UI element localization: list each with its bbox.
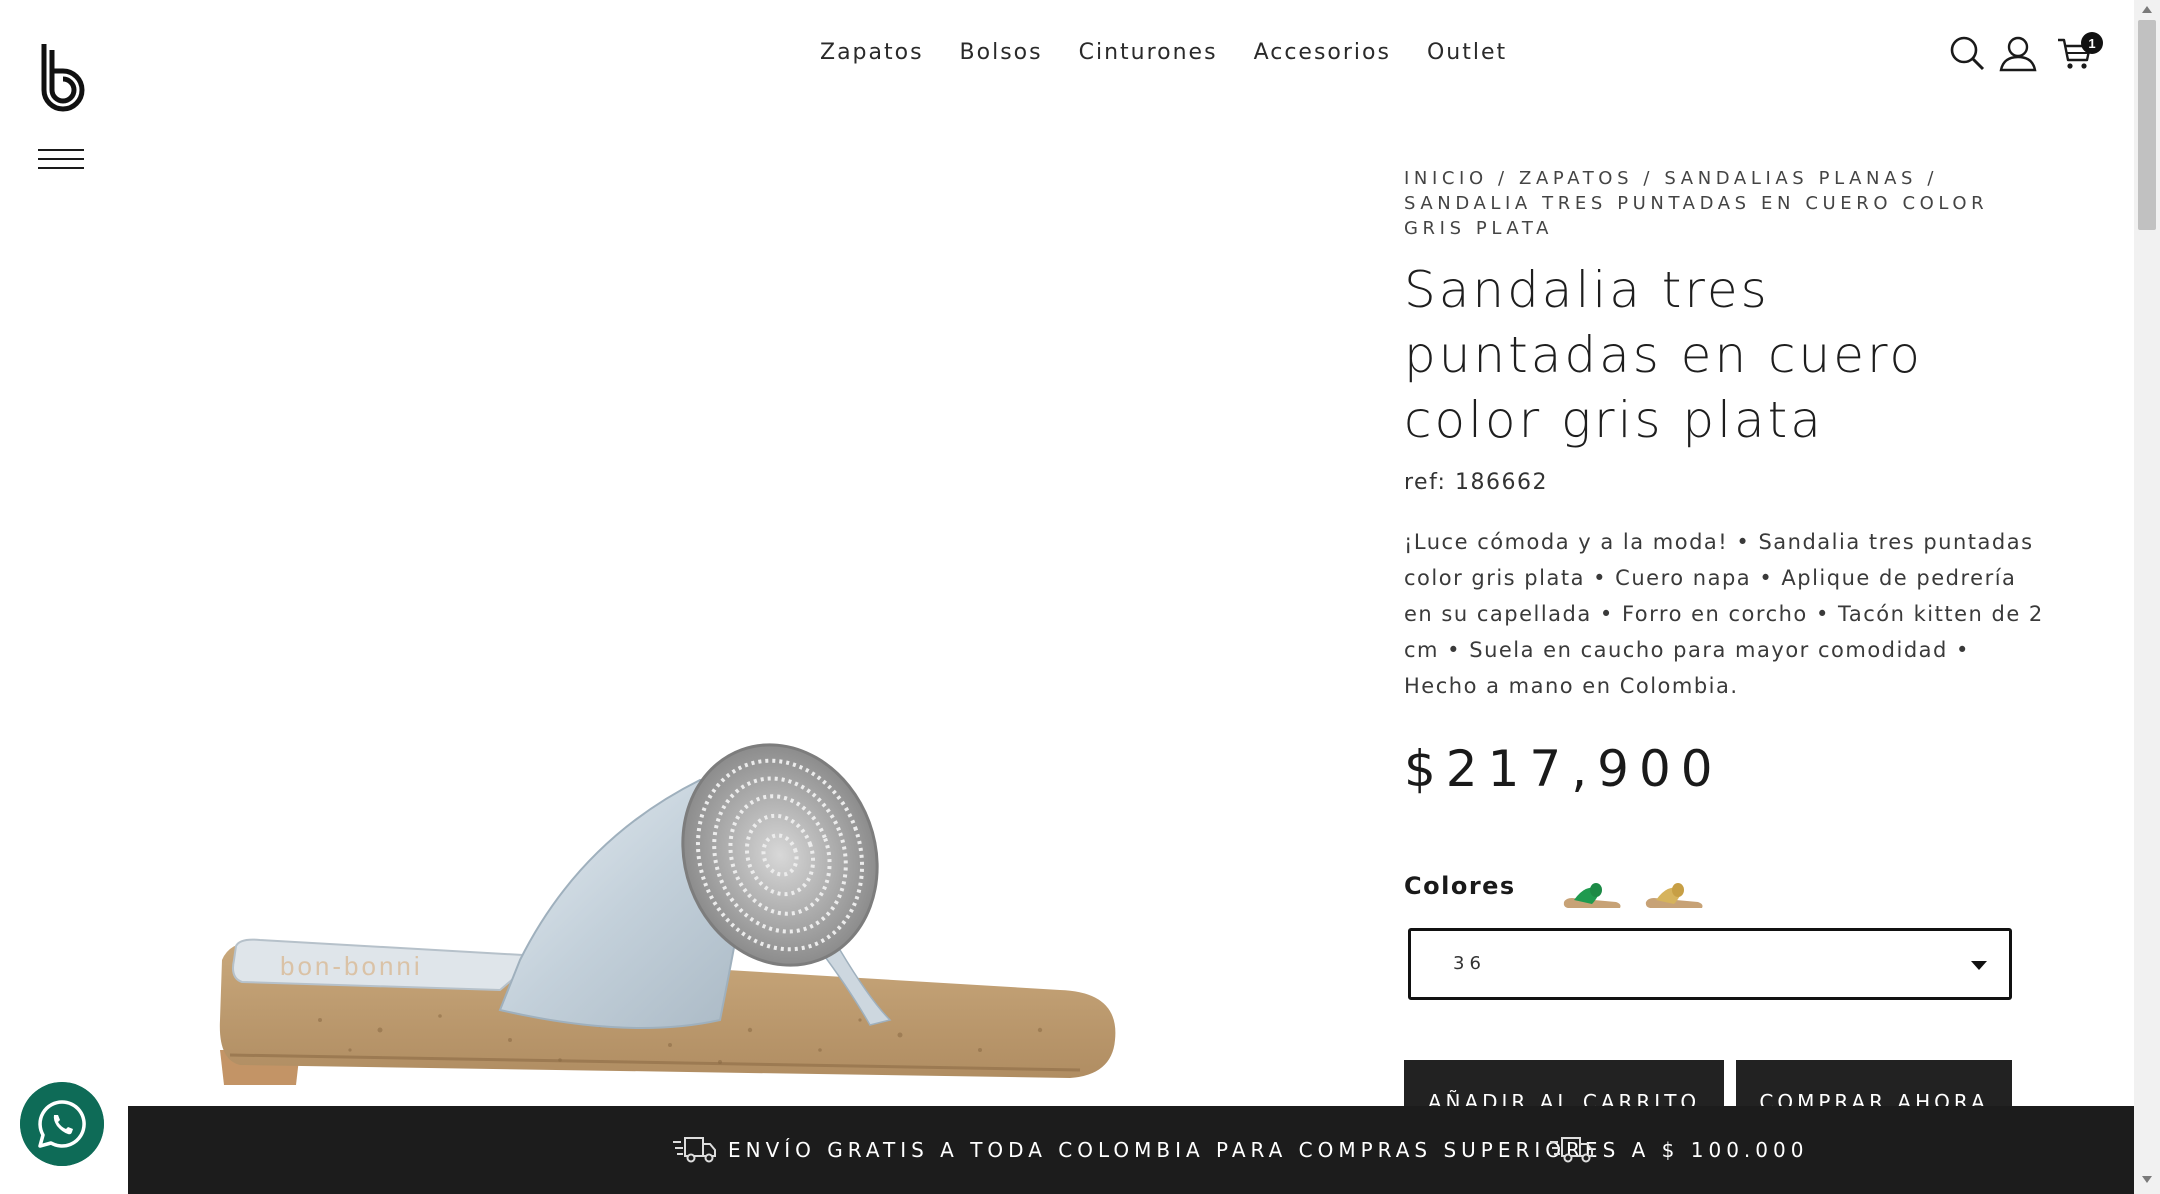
shipping-banner: ENVÍO GRATIS A TODA COLOMBIA PARA COMPRA…	[128, 1106, 2134, 1194]
svg-text:bon-bonni: bon-bonni	[280, 951, 423, 981]
scroll-down-icon[interactable]	[2142, 1176, 2152, 1183]
chevron-down-icon	[1971, 961, 1987, 970]
product-description: ¡Luce cómoda y a la moda! • Sandalia tre…	[1404, 530, 2044, 698]
green-sandal-swatch[interactable]	[1560, 876, 1624, 916]
nav-item-accesorios[interactable]: Accesorios	[1254, 40, 1391, 65]
scroll-up-icon[interactable]	[2142, 6, 2152, 13]
nav-item-cinturones[interactable]: Cinturones	[1079, 40, 1218, 65]
colors-label: Colores	[1404, 872, 1516, 900]
main-nav: Zapatos Bolsos Cinturones Accesorios Out…	[820, 36, 1507, 68]
breadcrumb-separator: /	[1487, 168, 1520, 189]
cart-count-badge: 1	[2081, 32, 2103, 54]
breadcrumb-separator: /	[1917, 168, 1939, 189]
whatsapp-icon[interactable]	[20, 1082, 104, 1166]
scrollbar-thumb[interactable]	[2138, 20, 2156, 230]
page-scrollbar[interactable]	[2134, 0, 2160, 1194]
breadcrumb-item-sandalias-planas[interactable]: SANDALIAS PLANAS	[1664, 168, 1917, 189]
brand-logo[interactable]	[38, 42, 88, 116]
truck-icon	[673, 1137, 716, 1163]
size-select-value: 36	[1453, 953, 1486, 974]
breadcrumb: INICIO / ZAPATOS / SANDALIAS PLANAS / SA…	[1404, 166, 2024, 241]
user-icon[interactable]	[1999, 34, 2037, 72]
nav-item-outlet[interactable]: Outlet	[1427, 40, 1507, 65]
nav-item-bolsos[interactable]: Bolsos	[960, 40, 1043, 65]
shipping-banner-text: ENVÍO GRATIS A TODA COLOMBIA PARA COMPRA…	[728, 1138, 1809, 1162]
breadcrumb-separator: /	[1633, 168, 1665, 189]
search-icon[interactable]	[1948, 34, 1986, 72]
breadcrumb-item-zapatos[interactable]: ZAPATOS	[1519, 168, 1633, 189]
menu-icon[interactable]	[38, 149, 84, 171]
product-title: Sandalia tres puntadas en cuero color gr…	[1404, 261, 1924, 449]
product-image[interactable]: bon-bonni	[200, 720, 1130, 1120]
product-ref: ref: 186662	[1404, 470, 1548, 495]
breadcrumb-item-inicio[interactable]: INICIO	[1404, 168, 1488, 189]
nav-item-zapatos[interactable]: Zapatos	[820, 40, 924, 65]
truck-icon	[1550, 1137, 1593, 1163]
breadcrumb-item-current: SANDALIA TRES PUNTADAS EN CUERO COLOR GR…	[1404, 193, 1989, 239]
gold-sandal-swatch[interactable]	[1642, 876, 1706, 916]
product-price: $217,900	[1404, 740, 1723, 798]
size-select[interactable]: 36	[1408, 928, 2012, 1000]
